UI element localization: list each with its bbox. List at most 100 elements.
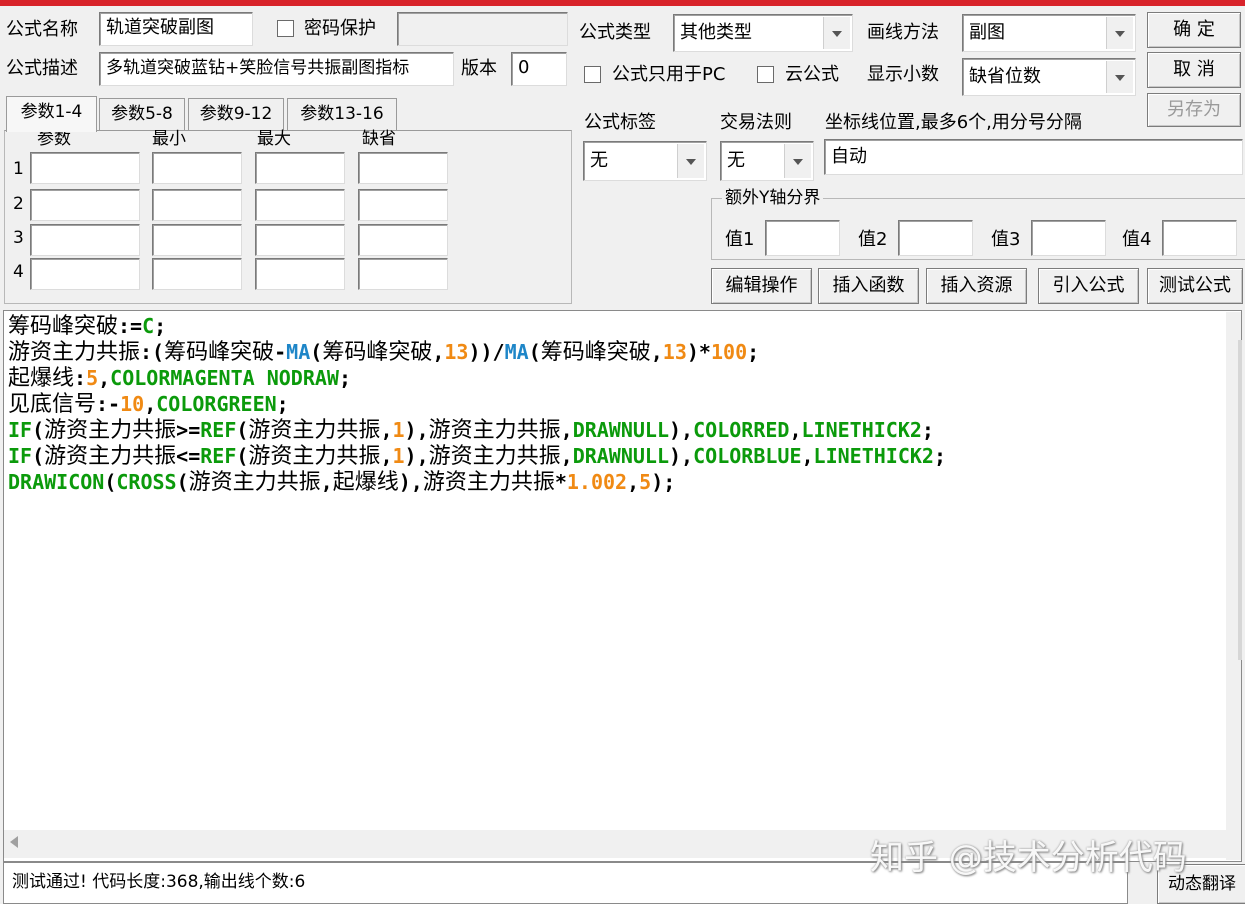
code-token: 100 (710, 340, 748, 364)
pc-only-checkbox[interactable] (584, 66, 601, 83)
value2-input[interactable] (898, 220, 973, 256)
code-token: , (560, 444, 573, 468)
code-token: ; (747, 340, 760, 364)
code-token: , (380, 418, 393, 442)
vertical-scroll-thumb[interactable] (1238, 340, 1242, 660)
formula-tag-value: 无 (590, 150, 608, 171)
param-name-input[interactable] (30, 189, 140, 221)
tab-params-9-12[interactable]: 参数9-12 (188, 98, 284, 130)
trade-rule-select[interactable]: 无 (720, 141, 814, 181)
param-default-input[interactable] (358, 258, 448, 290)
code-token: C (142, 314, 155, 338)
cancel-button[interactable]: 取 消 (1147, 52, 1241, 88)
insert-resource-button[interactable]: 插入资源 (926, 268, 1027, 304)
version-field[interactable]: 0 (511, 52, 567, 86)
code-token: ( (104, 470, 117, 494)
cloud-formula-label: 云公式 (785, 64, 839, 85)
code-token: 起爆线 (332, 470, 399, 495)
code-token: IF (8, 444, 33, 468)
trade-rule-value: 无 (727, 150, 745, 171)
param-name-input[interactable] (30, 258, 140, 290)
code-token: , (98, 366, 111, 390)
code-token: ); (651, 470, 676, 494)
param-name-input[interactable] (30, 224, 140, 256)
tab-params-5-8[interactable]: 参数5-8 (99, 98, 185, 130)
password-field[interactable] (397, 12, 568, 46)
code-token: , (560, 418, 573, 442)
param-name-input[interactable] (30, 152, 140, 184)
tab-params-13-16[interactable]: 参数13-16 (287, 98, 397, 130)
code-token: >= (176, 418, 201, 442)
ok-button[interactable]: 确 定 (1147, 12, 1241, 48)
param-max-input[interactable] (255, 152, 345, 184)
chevron-down-icon[interactable] (784, 144, 811, 178)
decimals-label: 显示小数 (867, 64, 939, 85)
code-token: ; (338, 366, 351, 390)
param-min-input[interactable] (152, 224, 242, 256)
param-max-input[interactable] (255, 189, 345, 221)
test-formula-button[interactable]: 测试公式 (1147, 268, 1243, 304)
value1-label: 值1 (725, 229, 755, 250)
col-default: 缺省 (362, 129, 396, 149)
insert-function-button[interactable]: 插入函数 (818, 268, 919, 304)
tab-params-1-4[interactable]: 参数1-4 (6, 96, 97, 132)
axis-line-field[interactable]: 自动 (824, 139, 1243, 175)
draw-method-select[interactable]: 副图 (962, 14, 1136, 52)
code-token: <= (176, 444, 201, 468)
code-token: ), (404, 418, 429, 442)
code-token: , (144, 392, 157, 416)
param-max-input[interactable] (255, 224, 345, 256)
formula-type-select[interactable]: 其他类型 (673, 14, 853, 52)
edit-ops-button[interactable]: 编辑操作 (711, 268, 812, 304)
row-number: 1 (13, 159, 24, 179)
value3-input[interactable] (1031, 220, 1106, 256)
axis-line-label: 坐标线位置,最多6个,用分号分隔 (825, 112, 1082, 133)
param-min-input[interactable] (152, 258, 242, 290)
code-token: 5 (86, 366, 99, 390)
param-default-input[interactable] (358, 189, 448, 221)
import-formula-button[interactable]: 引入公式 (1038, 268, 1139, 304)
code-token: :( (140, 340, 165, 364)
param-default-input[interactable] (358, 152, 448, 184)
chevron-down-icon[interactable] (677, 144, 704, 178)
code-token: 1.002 (566, 470, 628, 494)
code-token: 13 (444, 340, 469, 364)
value1-input[interactable] (765, 220, 840, 256)
param-max-input[interactable] (255, 258, 345, 290)
code-token: 13 (662, 340, 687, 364)
save-as-button[interactable]: 另存为 (1147, 93, 1241, 127)
formula-tag-select[interactable]: 无 (583, 141, 707, 181)
chevron-down-icon[interactable] (1106, 61, 1133, 93)
code-token: COLORMAGENTA NODRAW (110, 366, 339, 390)
formula-desc-field[interactable]: 多轨道突破蓝钻+笑脸信号共振副图指标 (99, 52, 454, 86)
chevron-down-icon[interactable] (823, 17, 850, 49)
decimals-select[interactable]: 缺省位数 (962, 58, 1136, 96)
extra-y-axis-label: 额外Y轴分界 (722, 190, 824, 207)
formula-name-field[interactable]: 轨道突破副图 (99, 12, 253, 46)
param-min-input[interactable] (152, 189, 242, 221)
code-token: ; (933, 444, 946, 468)
param-min-input[interactable] (152, 152, 242, 184)
param-default-input[interactable] (358, 224, 448, 256)
code-token: MA (504, 340, 529, 364)
code-token: , (627, 470, 640, 494)
code-token: ), (669, 444, 694, 468)
code-token: ))/ (468, 340, 505, 364)
code-token: 10 (120, 392, 145, 416)
code-line: 见底信号:-10,COLORGREEN; (8, 391, 289, 418)
code-token: )* (686, 340, 711, 364)
code-token: , (432, 340, 445, 364)
code-token: ( (32, 418, 45, 442)
code-line: IF(游资主力共振>=REF(游资主力共振,1),游资主力共振,DRAWNULL… (8, 417, 934, 444)
code-token: 游资主力共振 (422, 470, 555, 495)
value4-input[interactable] (1162, 220, 1237, 256)
code-token: 筹码峰突破 (8, 314, 119, 339)
code-token: 1 (392, 444, 405, 468)
cloud-formula-checkbox[interactable] (757, 66, 774, 83)
code-editor[interactable]: 筹码峰突破:=C; 游资主力共振:(筹码峰突破-MA(筹码峰突破,13))/MA(… (3, 310, 1242, 862)
scroll-left-arrow-icon[interactable] (10, 836, 18, 848)
code-token: , (320, 470, 333, 494)
code-token: CROSS (116, 470, 177, 494)
chevron-down-icon[interactable] (1106, 17, 1133, 49)
password-checkbox[interactable] (277, 20, 294, 37)
